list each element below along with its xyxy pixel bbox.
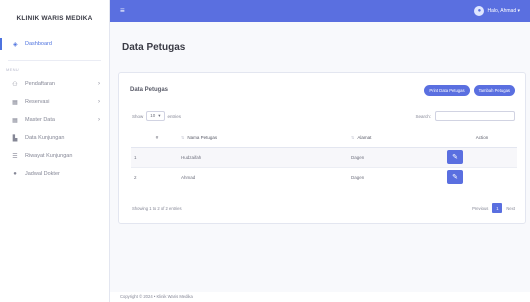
page-title: Data Petugas — [122, 42, 186, 53]
next-page-button[interactable]: Next — [506, 206, 515, 211]
search-input[interactable] — [435, 111, 515, 121]
sort-icon: ⇅ — [181, 135, 185, 141]
edit-button[interactable]: ✎ — [447, 150, 463, 164]
sidebar-section-heading: MENU — [6, 67, 19, 72]
topbar: ≡ ● Halo, Ahmad ▾ — [110, 0, 530, 22]
master-data-icon: ▦ — [12, 117, 18, 124]
avatar: ● — [474, 6, 485, 16]
show-label: Show — [132, 113, 144, 119]
sidebar-item-reservasi[interactable]: ▦ Reservasi › — [0, 93, 109, 111]
brand-name[interactable]: KLINIK WARIS MEDIKA — [0, 0, 109, 36]
chevron-down-icon: ▾ — [158, 113, 161, 118]
cell-action: ✎ — [447, 146, 517, 167]
cell-action: ✎ — [447, 166, 517, 187]
staff-table: # ⇅ Nama Petugas ⇅ Alamat Action 1 Hudzaif… — [131, 129, 517, 187]
menu-toggle-icon[interactable]: ≡ — [120, 7, 125, 15]
sidebar-item-data-kunjungan[interactable]: ▙ Data Kunjungan — [0, 129, 109, 147]
sidebar-item-label: Master Data — [25, 117, 55, 123]
table-footer: Showing 1 to 2 of 2 entries Previous 1 N… — [132, 203, 515, 213]
entries-label: entries — [167, 113, 182, 119]
page-footer: Copyright © 2024 • Klinik Waris Medika — [110, 292, 530, 302]
entries-select[interactable]: 10 ▾ — [146, 111, 165, 121]
edit-button[interactable]: ✎ — [447, 170, 463, 185]
sidebar-item-label: Reservasi — [25, 99, 50, 105]
sidebar-item-label: Riwayat Kunjungan — [25, 153, 73, 159]
table-header-row: # ⇅ Nama Petugas ⇅ Alamat Action — [131, 129, 517, 148]
card-title: Data Petugas — [130, 87, 169, 93]
card-header: Data Petugas Print Data Petugas Tambah P… — [119, 73, 525, 107]
dashboard-icon: ◈ — [13, 41, 18, 48]
sidebar-item-pendaftaran[interactable]: ⚇ Pendaftaran › — [0, 75, 109, 93]
search-label: Search: — [415, 113, 431, 119]
history-icon: ☰ — [12, 153, 18, 160]
column-header-no[interactable]: # — [131, 129, 181, 148]
column-header-action[interactable]: Action — [447, 129, 517, 148]
register-icon: ⚇ — [12, 81, 18, 88]
copyright-text: Copyright © 2024 • Klinik Waris Medika — [120, 294, 193, 299]
table-row: 2 Ahmad Dagen ✎ — [131, 166, 517, 187]
sort-icon: ⇅ — [351, 135, 355, 141]
chevron-down-icon: › — [98, 81, 100, 87]
entries-length: Show 10 ▾ entries — [132, 111, 181, 121]
column-header-address[interactable]: ⇅ Alamat — [351, 129, 447, 148]
schedule-icon: ● — [13, 171, 17, 177]
sidebar-item-label: Pendaftaran — [25, 81, 55, 87]
visit-icon: ▙ — [12, 135, 18, 142]
pencil-icon: ✎ — [452, 174, 458, 182]
chevron-down-icon: › — [98, 99, 100, 105]
sidebar-item-label: Data Kunjungan — [25, 135, 65, 141]
user-greeting: Halo, Ahmad ▾ — [487, 8, 520, 14]
sidebar-item-label: Dashboard — [25, 41, 52, 47]
chevron-down-icon: › — [98, 117, 100, 123]
sidebar-item-dashboard[interactable]: ◈ Dashboard — [0, 36, 109, 52]
cell-address: Dagen — [351, 166, 447, 187]
data-card: Data Petugas Print Data Petugas Tambah P… — [118, 72, 526, 224]
sidebar-item-label: Jadwal Dokter — [25, 171, 60, 177]
table-search: Search: — [415, 111, 515, 121]
previous-page-button[interactable]: Previous — [472, 206, 488, 211]
sidebar-item-jadwal-dokter[interactable]: ● Jadwal Dokter — [0, 165, 109, 183]
sidebar: KLINIK WARIS MEDIKA ◈ Dashboard MENU ⚇ P… — [0, 0, 110, 302]
page-button-current[interactable]: 1 — [492, 203, 503, 213]
cell-address: Dagen — [351, 146, 447, 167]
column-header-name[interactable]: ⇅ Nama Petugas — [181, 129, 351, 148]
sidebar-item-riwayat-kunjungan[interactable]: ☰ Riwayat Kunjungan — [0, 147, 109, 165]
cell-name: Ahmad — [181, 166, 351, 187]
cell-name: Hudzaifah — [181, 146, 351, 167]
cell-no: 2 — [131, 166, 181, 187]
card-actions: Print Data Petugas Tambah Petugas — [424, 84, 515, 96]
reservation-icon: ▦ — [12, 99, 18, 106]
entries-value: 10 — [150, 113, 156, 118]
table-row: 1 Hudzaifah Dagen ✎ — [131, 146, 517, 167]
cell-no: 1 — [131, 146, 181, 167]
entries-info: Showing 1 to 2 of 2 entries — [132, 205, 182, 211]
pagination: Previous 1 Next — [472, 203, 515, 213]
print-button[interactable]: Print Data Petugas — [424, 84, 470, 96]
pencil-icon: ✎ — [452, 154, 458, 161]
add-staff-button[interactable]: Tambah Petugas — [473, 84, 515, 96]
user-menu[interactable]: ● Halo, Ahmad ▾ — [474, 6, 520, 16]
sidebar-item-master-data[interactable]: ▦ Master Data › — [0, 111, 109, 129]
table-controls: Show 10 ▾ entries Search: — [119, 107, 525, 125]
